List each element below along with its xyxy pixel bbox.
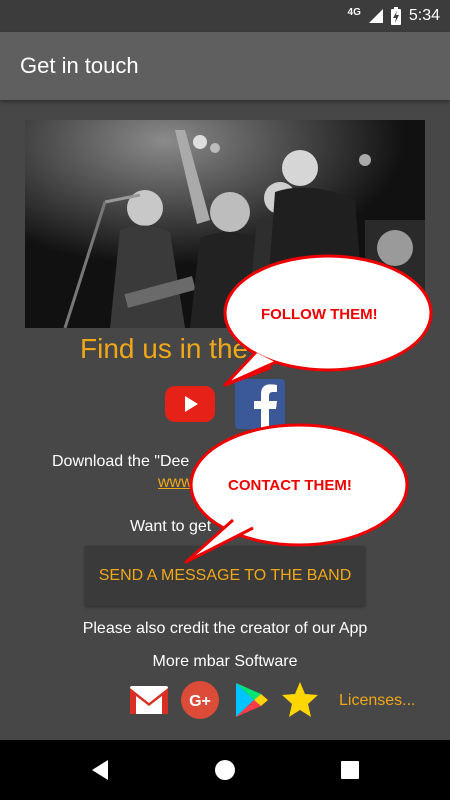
send-message-button[interactable]: SEND A MESSAGE TO THE BAND <box>85 546 365 606</box>
band-photo <box>25 120 425 328</box>
app-bar: Get in touch <box>0 32 450 100</box>
star-icon[interactable] <box>280 680 320 720</box>
credit-text: Please also credit the creator of our Ap… <box>82 620 368 637</box>
facebook-icon[interactable] <box>235 379 285 429</box>
navigation-bar <box>0 740 450 800</box>
clock: 5:34 <box>408 7 440 24</box>
main-content: Find us in the Download the "Dee www. Wa… <box>0 100 450 740</box>
download-text: Download the "Dee <box>52 453 190 470</box>
youtube-icon[interactable] <box>165 386 215 422</box>
signal-icon <box>368 9 383 23</box>
svg-text:G+: G+ <box>189 693 211 710</box>
contact-bubble-text: CONTACT THEM! <box>228 477 352 494</box>
home-icon[interactable] <box>205 750 245 790</box>
follow-bubble-text: FOLLOW THEM! <box>261 306 378 323</box>
find-us-heading: Find us in the <box>80 333 249 364</box>
recents-icon[interactable] <box>330 750 370 790</box>
back-icon[interactable] <box>80 750 120 790</box>
licenses-link[interactable]: Licenses... <box>339 692 415 710</box>
want-text: Want to get <box>130 518 212 535</box>
play-store-icon[interactable] <box>231 680 271 720</box>
network-type: 4G <box>347 6 361 18</box>
google-plus-icon[interactable]: G+ <box>180 680 220 720</box>
page-title: Get in touch <box>20 53 139 78</box>
website-link[interactable]: www. <box>158 474 196 492</box>
status-bar: 4G 5:34 <box>0 0 450 32</box>
gmail-icon[interactable] <box>129 680 169 720</box>
more-software-text: More mbar Software <box>152 653 298 670</box>
battery-charging-icon <box>390 7 401 25</box>
